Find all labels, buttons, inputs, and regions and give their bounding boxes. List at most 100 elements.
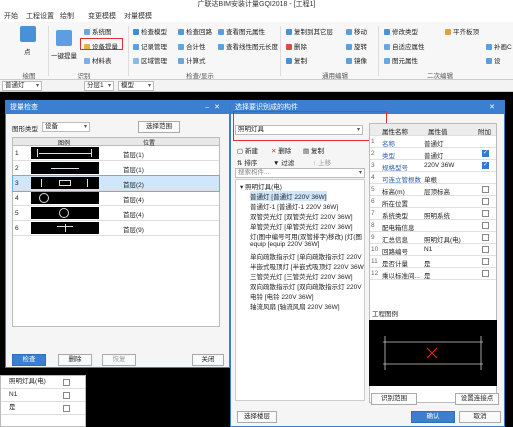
tree-item[interactable]: 半嵌式吸顶灯 [半嵌式吸顶灯 220V 36W [250,261,364,271]
check-button[interactable]: 检查 [12,354,46,366]
property-row[interactable]: 11 是否计量 是 [370,256,496,268]
auto-type-button[interactable]: 自适应属性 [384,41,425,51]
select-range-button[interactable]: 选择范围 [138,121,180,133]
attach-checkbox[interactable] [482,270,489,277]
property-row[interactable]: 1 名称 普通灯 [370,136,496,148]
menu-draw[interactable]: 绘制 [60,11,74,21]
system-map-button[interactable]: 系统图 [84,26,112,36]
view-layer-prop-button[interactable]: 查看图元属性 [218,26,265,36]
attach-checkbox[interactable] [482,198,489,205]
copy-button[interactable]: 复制 [286,55,307,65]
tree-item-selected[interactable]: 普通灯 [普通灯 220V 36W] [250,191,327,201]
table-row-selected[interactable]: 3 首层(2) [12,175,220,192]
property-value[interactable]: 层顶标高 [424,186,450,196]
region-manage-button[interactable]: 区域管理 [133,55,167,65]
modify-type-button[interactable]: 修改类型 [384,26,418,36]
tree-item[interactable]: 双管荧光灯 [双管荧光灯 220V 36W] [250,211,353,221]
property-row[interactable]: 7 系统类型 照明系统 [370,208,496,220]
delete-button[interactable]: ✕ 删除 [271,145,291,155]
property-row[interactable]: 12 乘以标准间... 是 [370,268,496,280]
property-row[interactable]: 6 所在位置 [370,196,496,208]
property-value[interactable]: 照明系统 [424,210,450,220]
check-loop-button[interactable]: 检查回路 [178,26,212,36]
layer-type-select[interactable]: 设备 [42,122,90,132]
tree-item[interactable]: 双向疏散指示灯 [双向疏散指示灯 220V [250,281,362,291]
identify-range-button[interactable]: 识别范围 [371,393,417,405]
attach-checkbox[interactable] [482,161,489,169]
component-type-select[interactable]: 普通灯 [2,81,42,91]
sort-button[interactable]: ⇅ 排序 [237,157,257,167]
floor-select[interactable]: 分层1 [84,81,114,91]
tree-item[interactable]: 单管荧光灯 [单管荧光灯 220V 36W] [250,221,353,231]
property-value[interactable]: 照明灯具(电) [424,234,461,244]
attach-checkbox[interactable] [482,234,489,241]
move-up-button[interactable]: ↑ 上移 [313,157,331,167]
select-floor-button[interactable]: 选择楼层 [237,411,277,423]
menu-compare-model[interactable]: 对量模模 [124,11,152,21]
tree-item[interactable]: 普通灯-1 [普通灯-1 220V 36W] [250,201,338,211]
property-row[interactable]: 9 汇总信息 照明灯具(电) [370,232,496,244]
delete-button[interactable]: 删除 [286,41,307,51]
tree-item[interactable]: 单向疏散指示灯 [单向疏散指示灯 220V [250,251,362,261]
table-row[interactable]: 5 首层(4) [13,206,219,221]
calc-formula-button[interactable]: 计算式 [178,55,206,65]
table-row[interactable]: 4 首层(4) [13,191,219,206]
attach-checkbox[interactable] [482,149,489,157]
copy-button[interactable]: ▤ 复制 [303,145,324,155]
one-key-button[interactable]: 一键提量 [51,50,77,60]
flat-board-button[interactable]: 平齐板顶 [445,26,479,36]
delete-button[interactable]: 删除 [58,354,92,366]
property-row[interactable]: 2 类型 普通灯 [370,148,496,160]
property-value[interactable]: 220V 36W [424,162,454,169]
window-controls[interactable]: –✕ [205,101,225,114]
attach-checkbox[interactable] [482,258,489,265]
record-manage-button[interactable]: 记录管理 [133,41,167,51]
property-value[interactable]: 普通灯 [424,150,444,160]
tree-item[interactable]: 三管荧光灯 [三管荧光灯 220V 36W] [250,271,353,281]
dot-button[interactable]: 点 [24,46,31,56]
attach-checkbox[interactable] [482,246,489,253]
tree-item[interactable]: 轴流风扇 [轴流风扇 220V 36W] [250,301,340,311]
checkbox[interactable] [63,405,70,412]
new-button[interactable]: ▢ 新建 [237,145,258,155]
attach-checkbox[interactable] [482,222,489,229]
set-connection-button[interactable]: 设置连接点 [455,393,499,405]
close-button[interactable]: 关闭 [192,354,224,366]
property-row[interactable]: 4 可连立管根数 单根 [370,172,496,184]
table-row[interactable]: 6 首层(9) [13,221,219,236]
fill-pipe-button[interactable]: 补画C [486,41,512,51]
property-value[interactable]: 是 [424,270,431,280]
rotate-button[interactable]: 旋转 [346,41,367,51]
checkbox[interactable] [63,379,70,386]
ok-button[interactable]: 确认 [411,411,455,423]
tree-item[interactable]: 电铃 [电铃 220V 36W] [250,291,314,301]
menu-home[interactable]: 开始 [4,11,18,21]
property-row[interactable]: 8 配电箱信息 [370,220,496,232]
close-icon[interactable]: ✕ [489,101,500,114]
mirror-button[interactable]: 镜像 [346,55,367,65]
tree-item[interactable]: 灯(图中编号可用(双管排字)移改) [灯(图 [250,231,362,241]
property-row[interactable]: 10 回路编号 N1 [370,244,496,256]
property-row[interactable]: 5 标高(m) 层顶标高 [370,184,496,196]
move-button[interactable]: 移动 [346,26,367,36]
property-value[interactable]: N1 [424,246,432,253]
attach-checkbox[interactable] [482,186,489,193]
search-input[interactable]: 搜索构件... [235,168,365,178]
check-model-button[interactable]: 检查模型 [133,26,167,36]
filter-button[interactable]: ▼ 过滤 [273,157,294,167]
attach-checkbox[interactable] [482,210,489,217]
property-value[interactable]: 是 [424,258,431,268]
property-value[interactable]: 单根 [424,174,437,184]
menu-project-settings[interactable]: 工程设置 [26,11,54,21]
model-select[interactable]: 模型 [118,81,154,91]
copy-to-layer-button[interactable]: 复制到其它层 [286,26,333,36]
property-value[interactable]: 普通灯 [424,138,444,148]
view-line-length-button[interactable]: 查看线性图元长度 [218,41,278,51]
layer-prop-button[interactable]: 图元属性 [384,55,418,65]
table-row[interactable]: 1 首层(1) [13,146,219,161]
checkbox[interactable] [63,392,70,399]
tree-item[interactable]: equip [equip 220V 36W] [250,241,319,248]
cancel-button[interactable]: 取消 [459,411,501,423]
set-button[interactable]: 设 [486,55,501,65]
tree-root[interactable]: ▾ 照明灯具(电) [240,181,282,191]
